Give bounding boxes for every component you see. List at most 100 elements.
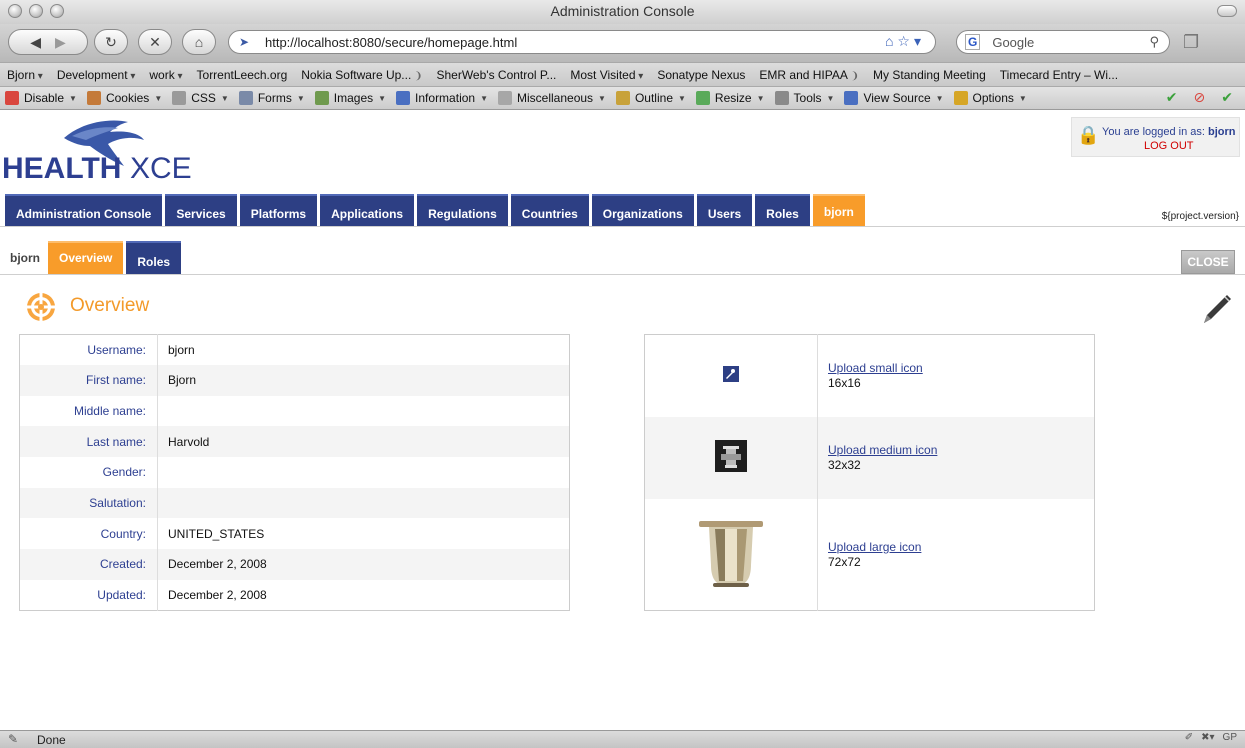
large-icon-preview bbox=[699, 521, 763, 588]
view-source-icon bbox=[844, 91, 859, 105]
chevron-down-icon: ▾ bbox=[35, 70, 43, 82]
upload-medium-icon-link[interactable]: Upload medium icon bbox=[828, 443, 1094, 458]
bookmark-label: work bbox=[149, 67, 175, 82]
devbar-label: Cookies bbox=[105, 91, 150, 105]
stop-icon: ✕ bbox=[149, 33, 161, 50]
chevron-down-icon: ▼ bbox=[826, 93, 835, 103]
devbar-view-source[interactable]: View Source ▼ bbox=[839, 91, 948, 105]
bookmark-sherweb-s-control-p[interactable]: SherWeb's Control P... bbox=[429, 68, 563, 82]
edit-pen-icon[interactable] bbox=[1198, 291, 1234, 327]
tab-roles[interactable]: Roles bbox=[755, 194, 810, 226]
devbar-options[interactable]: Options ▼ bbox=[949, 91, 1032, 105]
reload-button[interactable]: ↻ bbox=[94, 29, 128, 55]
tab-overview-icon[interactable]: ❐ bbox=[1183, 32, 1207, 54]
tab-countries[interactable]: Countries bbox=[510, 194, 589, 226]
close-button[interactable]: CLOSE bbox=[1181, 250, 1235, 274]
field-label: First name: bbox=[19, 365, 158, 396]
table-row: First name: Bjorn bbox=[19, 365, 570, 396]
login-username: bjorn bbox=[1208, 126, 1236, 138]
field-label: Updated: bbox=[19, 579, 158, 611]
devbar-label: Outline bbox=[634, 91, 673, 105]
field-label: Gender: bbox=[19, 457, 158, 488]
devbar-miscellaneous[interactable]: Miscellaneous ▼ bbox=[493, 91, 611, 105]
chevron-down-icon: ▾ bbox=[635, 70, 644, 82]
bookmark-emr-and-hipaa[interactable]: EMR and HIPAA ❩ bbox=[752, 68, 866, 82]
field-label: Salutation: bbox=[19, 487, 158, 519]
devbar-outline[interactable]: Outline ▼ bbox=[611, 91, 691, 105]
zoom-window-button[interactable] bbox=[50, 4, 64, 18]
status-text: Done bbox=[37, 733, 66, 747]
bookmark-work[interactable]: work ▾ bbox=[142, 68, 189, 82]
error-icon[interactable]: ⊘ bbox=[1194, 89, 1206, 106]
chevron-down-icon: ▼ bbox=[69, 93, 77, 103]
reload-icon: ↻ bbox=[105, 33, 117, 50]
bookmark-most-visited[interactable]: Most Visited ▾ bbox=[563, 68, 650, 82]
devbar-forms[interactable]: Forms ▼ bbox=[234, 91, 310, 105]
close-window-button[interactable] bbox=[8, 4, 22, 18]
small-icon-size: 16x16 bbox=[828, 376, 861, 391]
tab-administration-console[interactable]: Administration Console bbox=[5, 194, 163, 226]
tab-organizations[interactable]: Organizations bbox=[591, 194, 694, 226]
large-icon-size: 72x72 bbox=[828, 555, 861, 570]
bookmark-star-icon[interactable]: ⌂☆▾ bbox=[885, 33, 925, 50]
tab-bjorn[interactable]: bjorn bbox=[812, 194, 865, 226]
search-icon[interactable]: ⚲ bbox=[1149, 34, 1159, 50]
login-status-box: 🔒 You are logged in as: bjorn LOG OUT bbox=[1071, 117, 1240, 157]
bookmark-bjorn[interactable]: Bjorn ▾ bbox=[0, 68, 50, 82]
devbar-css[interactable]: CSS ▼ bbox=[167, 91, 234, 105]
upload-large-icon-link[interactable]: Upload large icon bbox=[828, 540, 1094, 555]
icon-info-cell: Upload small icon 16x16 bbox=[818, 335, 1095, 417]
addon-close-icon[interactable]: ✖▾ bbox=[1201, 732, 1214, 743]
devbar-images[interactable]: Images ▼ bbox=[310, 91, 391, 105]
search-engine-icon[interactable]: G bbox=[965, 34, 981, 50]
devbar-cookies[interactable]: Cookies ▼ bbox=[82, 91, 167, 105]
overview-target-icon bbox=[27, 293, 55, 321]
devbar-information[interactable]: Information ▼ bbox=[391, 91, 493, 105]
home-button[interactable]: ⌂ bbox=[182, 29, 216, 55]
icon-info-cell: Upload large icon 72x72 bbox=[818, 499, 1095, 610]
devbar-tools[interactable]: Tools ▼ bbox=[770, 91, 840, 105]
bookmark-timecard-entry-wi[interactable]: Timecard Entry – Wi... bbox=[993, 68, 1125, 82]
bookmark-sonatype-nexus[interactable]: Sonatype Nexus bbox=[650, 68, 752, 82]
stop-button[interactable]: ✕ bbox=[138, 29, 172, 55]
field-value bbox=[158, 396, 570, 427]
valid-icon[interactable]: ✔ bbox=[1221, 89, 1233, 106]
tab-regulations[interactable]: Regulations bbox=[417, 194, 508, 226]
outline-icon bbox=[615, 91, 630, 105]
addon-tool-icon[interactable]: ✐ bbox=[1185, 732, 1193, 743]
tab-users[interactable]: Users bbox=[696, 194, 753, 226]
tab-services[interactable]: Services bbox=[165, 194, 237, 226]
back-icon[interactable]: ◀ bbox=[30, 34, 41, 51]
tab-platforms[interactable]: Platforms bbox=[239, 194, 318, 226]
bookmark-nokia-software-up[interactable]: Nokia Software Up... ❩ bbox=[294, 68, 429, 82]
subtab-overview[interactable]: Overview bbox=[48, 241, 124, 274]
lock-icon: 🔒 bbox=[1077, 125, 1100, 145]
medium-icon-size: 32x32 bbox=[828, 458, 861, 473]
minimize-window-button[interactable] bbox=[29, 4, 43, 18]
devbar-label: Options bbox=[972, 91, 1014, 105]
table-row: Middle name: bbox=[19, 395, 570, 427]
devbar-disable[interactable]: Disable ▼ bbox=[0, 91, 82, 105]
field-value: December 2, 2008 bbox=[168, 557, 267, 572]
images-icon bbox=[314, 91, 329, 105]
bookmark-development[interactable]: Development ▾ bbox=[50, 68, 143, 82]
bookmark-my-standing-meeting[interactable]: My Standing Meeting bbox=[866, 68, 993, 82]
addon-badge[interactable]: GP bbox=[1223, 732, 1237, 743]
chevron-down-icon: ▼ bbox=[1018, 93, 1027, 103]
toolbar-toggle-button[interactable] bbox=[1217, 5, 1237, 17]
field-value: Bjorn bbox=[168, 373, 197, 388]
forward-icon[interactable]: ▶ bbox=[55, 34, 66, 51]
search-placeholder: Google bbox=[992, 34, 1035, 50]
bookmark-label: Bjorn bbox=[7, 67, 36, 82]
tab-applications[interactable]: Applications bbox=[320, 194, 415, 226]
check-icon[interactable]: ✔ bbox=[1166, 89, 1178, 106]
subtab-roles[interactable]: Roles bbox=[126, 241, 182, 274]
field-label: Username: bbox=[19, 334, 158, 366]
window-titlebar: Administration Console bbox=[0, 0, 1245, 24]
bookmark-torrentleech-org[interactable]: TorrentLeech.org bbox=[190, 68, 295, 82]
devbar-resize[interactable]: Resize ▼ bbox=[691, 91, 770, 105]
search-input[interactable]: G Google ⚲ bbox=[956, 30, 1170, 54]
upload-small-icon-link[interactable]: Upload small icon bbox=[828, 361, 1094, 376]
url-bar[interactable]: ➤ http://localhost:8080/secure/homepage.… bbox=[228, 30, 936, 54]
logout-link[interactable]: LOG OUT bbox=[1144, 140, 1194, 152]
